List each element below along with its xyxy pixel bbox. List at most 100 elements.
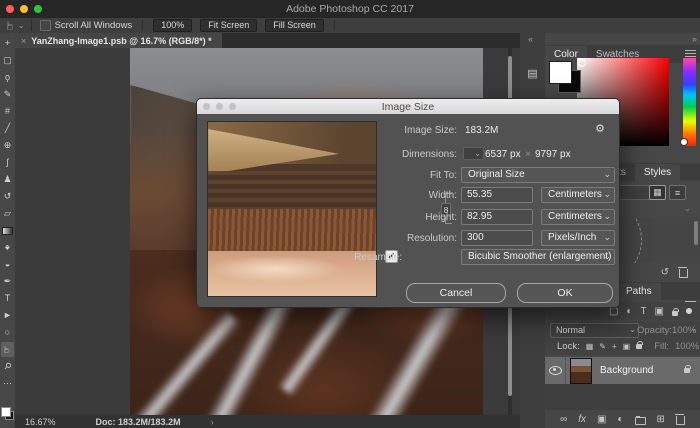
tab-paths[interactable]: Paths [617,283,661,300]
dodge-tool[interactable]: ◒ [1,257,14,272]
dimensions-times: × [525,149,531,160]
lock-position-icon[interactable]: + [612,342,617,351]
resolution-input[interactable]: 300 [461,230,533,246]
lock-row: Lock: ▦ ✎ + ▣ Fill: 100% [545,338,700,355]
lasso-tool[interactable]: ϙ [1,70,14,85]
eye-icon[interactable] [549,366,562,375]
layer-thumbnail[interactable] [570,358,592,384]
scroll-all-windows-checkbox[interactable] [40,20,51,31]
quick-selection-tool[interactable]: ✎ [1,87,14,102]
crop-tool[interactable]: # [1,104,14,119]
chevron-down-icon[interactable]: ⌄ [690,324,697,333]
layer-style-fx-icon[interactable]: fx [578,414,586,425]
type-tool[interactable]: T [1,291,14,306]
lock-all-icon[interactable] [636,344,642,349]
new-group-icon[interactable] [635,417,646,425]
layer-lock-icon[interactable] [684,368,690,373]
lock-image-icon[interactable]: ✎ [599,342,606,351]
window-title: Adobe Photoshop CC 2017 [0,3,700,15]
fit-screen-button[interactable]: Fit Screen [200,19,257,32]
filter-adjustment-layers-icon[interactable]: ◐ [626,306,632,317]
move-tool[interactable]: + [1,36,14,51]
resolution-unit-dropdown[interactable]: Pixels/Inch [541,230,615,246]
filter-shape-layers-icon[interactable]: ▣ [655,306,664,317]
color-picker-marker[interactable] [578,59,586,67]
foreground-color-swatch[interactable] [1,407,11,417]
spot-healing-tool[interactable]: ⊕ [1,138,14,153]
filter-toggle-icon[interactable] [686,308,692,314]
shape-tool[interactable]: ○ [1,325,14,340]
hue-slider-marker[interactable] [680,138,688,146]
resample-method-dropdown[interactable]: Bicubic Smoother (enlargement) [461,249,615,265]
document-tab-title: YanZhang-Image1.psb @ 16.7% (RGB/8*) * [31,36,211,46]
chevron-down-icon[interactable]: ⌄ [684,204,691,215]
dialog-options-gear-icon[interactable]: ⚙ [595,122,605,135]
eraser-tool[interactable]: ▱ [1,206,14,221]
filter-type-layers-icon[interactable]: T [640,306,646,317]
hand-tool[interactable]: ☞ [1,342,14,357]
dialog-titlebar[interactable]: Image Size [197,99,619,114]
link-layers-icon[interactable]: ∞ [560,414,567,425]
height-input[interactable]: 82.95 [461,209,533,225]
collapse-panels-icon[interactable]: « [528,34,533,44]
dimensions-width-value: 6537 px [485,149,521,160]
new-layer-icon[interactable]: ⊞ [657,414,665,425]
filter-smart-object-icon[interactable] [672,311,678,316]
lock-transparent-icon[interactable]: ▦ [586,342,594,351]
tab-styles[interactable]: Styles [635,164,680,181]
grid-view-button[interactable]: ▦ [649,185,666,200]
more-tools-button[interactable]: ⋯ [1,376,14,391]
status-bar: 16.67% Doc: 183.2M/183.2M › [15,415,520,428]
histogram-panel-icon[interactable]: ▤ [524,65,541,82]
zoom-level-field[interactable]: 16.67% [25,417,56,427]
blend-mode-dropdown[interactable]: Normal [550,323,639,338]
width-input[interactable]: 55.35 [461,187,533,203]
blend-mode-row: Normal Opacity: 100% ⌄ [545,321,700,338]
zoom-tool[interactable]: ⚲ [1,359,14,374]
document-tab[interactable]: × YanZhang-Image1.psb @ 16.7% (RGB/8*) * [15,33,222,48]
height-unit-dropdown[interactable]: Centimeters [541,209,615,225]
fill-value[interactable]: 100% [675,341,699,352]
pen-tool[interactable]: ✒ [1,274,14,289]
delete-layer-icon[interactable] [676,416,685,425]
dimensions-unit-dropdown[interactable] [463,147,484,160]
width-label: Width: [377,190,457,201]
gradient-tool[interactable] [1,223,14,238]
photoshop-window: Adobe Photoshop CC 2017 ☞ ⌄ Scroll All W… [0,0,700,428]
cancel-button[interactable]: Cancel [406,283,506,303]
brush-tool[interactable]: ʃ [1,155,14,170]
list-view-button[interactable]: ≡ [669,185,686,200]
lock-artboard-icon[interactable]: ▣ [623,342,631,351]
eyedropper-tool[interactable]: ╱ [1,121,14,136]
layer-name[interactable]: Background [600,365,653,376]
collapse-dock-icon[interactable]: » [692,34,697,44]
layer-row-background[interactable]: Background [545,357,700,384]
fill-screen-button[interactable]: Fill Screen [265,19,324,32]
dimensions-label: Dimensions: [377,149,457,160]
image-size-dialog: Image Size ⚙ Image Size: 183.2M Dimensio… [196,98,620,308]
delete-style-icon[interactable] [679,269,688,278]
hue-slider[interactable] [683,58,696,146]
fit-to-dropdown[interactable]: Original Size [461,167,615,183]
path-selection-tool[interactable]: ► [1,308,14,323]
tools-palette: + ▢ ϙ ✎ # ╱ ⊕ ʃ ♟ ↺ ▱ ♠ ◒ ✒ T ► ○ ☞ ⚲ ⋯ [0,33,16,428]
width-unit-dropdown[interactable]: Centimeters [541,187,615,203]
foreground-color-swatch-large[interactable] [549,61,572,84]
marquee-tool[interactable]: ▢ [1,53,14,68]
image-preview[interactable] [207,121,377,297]
revert-style-icon[interactable]: ↺ [661,267,669,278]
zoom-100-button[interactable]: 100% [153,19,192,32]
layer-mask-icon[interactable]: ▣ [597,414,606,425]
visibility-cell[interactable] [545,357,566,384]
ok-button[interactable]: OK [517,283,613,303]
blur-tool[interactable]: ♠ [1,240,14,255]
status-chevron-icon[interactable]: › [211,417,214,427]
close-tab-icon[interactable]: × [21,36,26,46]
adjustment-layer-icon[interactable]: ◐ [617,414,623,425]
history-brush-tool[interactable]: ↺ [1,189,14,204]
panel-scrollbar-handle[interactable] [694,221,698,245]
scroll-all-windows-label: Scroll All Windows [55,20,133,31]
panel-menu-icon[interactable] [685,50,696,58]
chevron-down-icon[interactable]: ⌄ [18,21,25,30]
clone-stamp-tool[interactable]: ♟ [1,172,14,187]
